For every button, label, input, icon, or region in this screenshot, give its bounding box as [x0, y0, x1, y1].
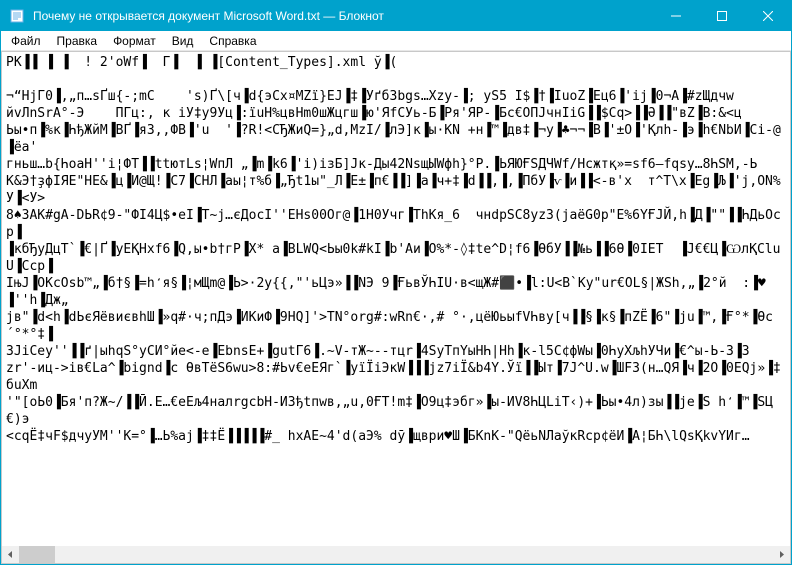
menu-format[interactable]: Формат — [105, 32, 164, 50]
scroll-track[interactable] — [19, 546, 773, 563]
menu-view[interactable]: Вид — [164, 32, 202, 50]
maximize-button[interactable] — [699, 1, 745, 31]
notepad-window: Почему не открывается документ Microsoft… — [0, 0, 792, 565]
app-icon — [9, 8, 25, 24]
horizontal-scrollbar[interactable] — [2, 546, 790, 563]
close-button[interactable] — [745, 1, 791, 31]
caption-buttons — [653, 1, 791, 31]
content-area: PK▐▐ ▐ ▐ ! 2'oWf▐ Г▐ ▐ ▐[Content_Types].… — [1, 51, 791, 564]
minimize-button[interactable] — [653, 1, 699, 31]
window-title: Почему не открывается документ Microsoft… — [31, 9, 653, 23]
scroll-thumb[interactable] — [19, 546, 55, 563]
menu-file[interactable]: Файл — [3, 32, 49, 50]
scroll-right-arrow-icon[interactable] — [773, 546, 790, 563]
scroll-left-arrow-icon[interactable] — [2, 546, 19, 563]
menubar: Файл Правка Формат Вид Справка — [1, 31, 791, 51]
menu-edit[interactable]: Правка — [49, 32, 106, 50]
menu-help[interactable]: Справка — [201, 32, 264, 50]
titlebar[interactable]: Почему не открывается документ Microsoft… — [1, 1, 791, 31]
text-editor[interactable]: PK▐▐ ▐ ▐ ! 2'oWf▐ Г▐ ▐ ▐[Content_Types].… — [2, 52, 790, 546]
